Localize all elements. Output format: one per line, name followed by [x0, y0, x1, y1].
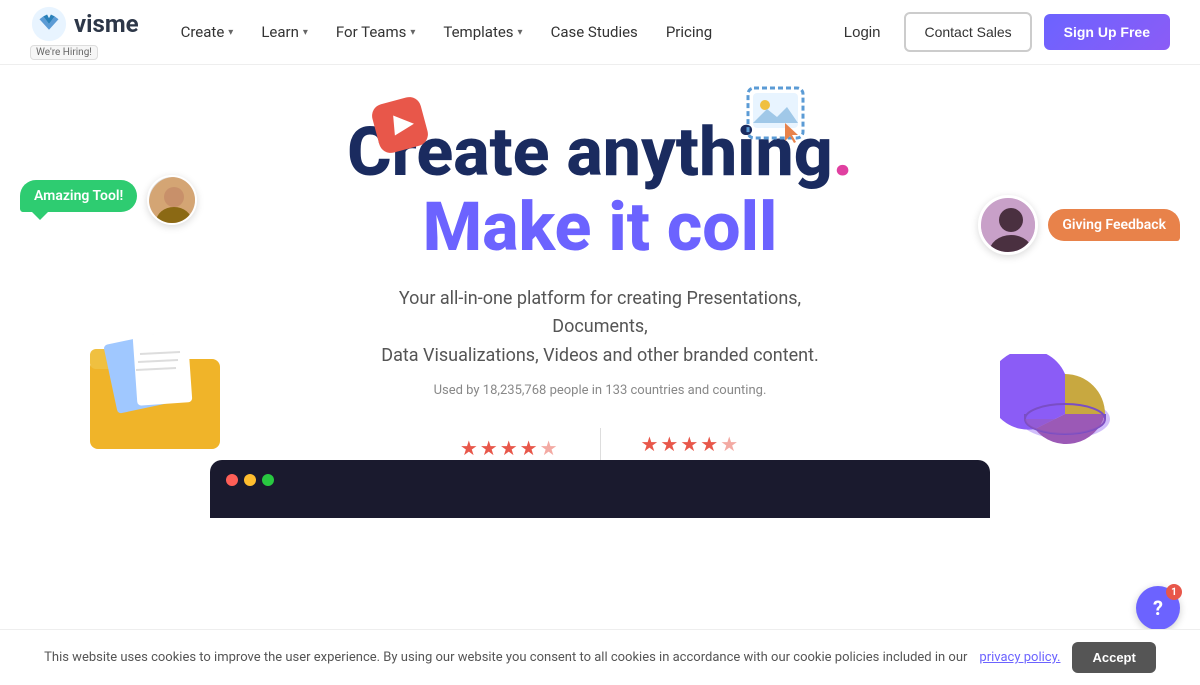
dot-yellow	[244, 474, 256, 486]
nav-right: Login Contact Sales Sign Up Free	[832, 12, 1170, 52]
visme-logo-icon	[30, 5, 68, 43]
contact-sales-button[interactable]: Contact Sales	[904, 12, 1031, 52]
login-button[interactable]: Login	[832, 16, 893, 49]
g2-stars: ★★★★★	[641, 432, 741, 456]
pie-chart-icon	[1000, 354, 1120, 464]
dot-red	[226, 474, 238, 486]
nav-item-create[interactable]: Create ▾	[169, 15, 246, 49]
accept-cookies-button[interactable]: Accept	[1072, 642, 1155, 673]
logo-text: visme	[74, 10, 139, 38]
hero-title-line2: Make it coll	[347, 190, 853, 265]
logo[interactable]: visme	[30, 5, 139, 43]
nav-item-for-teams[interactable]: For Teams ▾	[324, 15, 427, 49]
help-button[interactable]: ? 1	[1136, 586, 1180, 630]
dot-green	[262, 474, 274, 486]
hiring-badge: We're Hiring!	[30, 45, 98, 60]
browser-preview	[210, 460, 990, 518]
help-notification-badge: 1	[1166, 584, 1182, 600]
privacy-policy-link[interactable]: privacy policy.	[979, 650, 1060, 665]
image-frame-decoration	[745, 85, 810, 154]
chevron-down-icon: ▾	[303, 27, 308, 38]
hero-stats: Used by 18,235,768 people in 133 countri…	[434, 383, 767, 398]
browser-dots	[210, 460, 990, 500]
nav-links: Create ▾ Learn ▾ For Teams ▾ Templates ▾…	[169, 15, 832, 49]
play-button-decoration	[370, 95, 430, 159]
cookie-text: This website uses cookies to improve the…	[44, 650, 967, 665]
amazing-tool-bubble: Amazing Tool!	[20, 175, 197, 225]
nav-item-learn[interactable]: Learn ▾	[249, 15, 320, 49]
bubble-text-left: Amazing Tool!	[20, 180, 137, 212]
pie-chart-decoration	[1000, 354, 1120, 468]
cookie-bar: This website uses cookies to improve the…	[0, 629, 1200, 685]
capterra-stars: ★★★★★	[460, 436, 560, 460]
logo-area: visme We're Hiring!	[30, 5, 139, 60]
chevron-down-icon: ▾	[518, 27, 523, 38]
signup-button[interactable]: Sign Up Free	[1044, 14, 1170, 50]
avatar-left	[147, 175, 197, 225]
play-icon	[370, 95, 430, 155]
folder-icon	[80, 324, 240, 454]
nav-item-templates[interactable]: Templates ▾	[431, 15, 534, 49]
bubble-text-right: Giving Feedback	[1048, 209, 1180, 241]
navbar: visme We're Hiring! Create ▾ Learn ▾ For…	[0, 0, 1200, 65]
hero-section: Amazing Tool! Giving Feedback	[0, 65, 1200, 518]
hero-subtitle: Your all-in-one platform for creating Pr…	[360, 285, 840, 371]
giving-feedback-bubble: Giving Feedback	[978, 195, 1180, 255]
nav-item-case-studies[interactable]: Case Studies	[539, 15, 650, 49]
nav-item-pricing[interactable]: Pricing	[654, 15, 724, 49]
image-icon	[745, 85, 810, 150]
help-icon: ?	[1153, 596, 1163, 620]
chevron-down-icon: ▾	[410, 27, 415, 38]
avatar-right	[978, 195, 1038, 255]
chevron-down-icon: ▾	[228, 27, 233, 38]
folder-decoration	[80, 324, 240, 458]
